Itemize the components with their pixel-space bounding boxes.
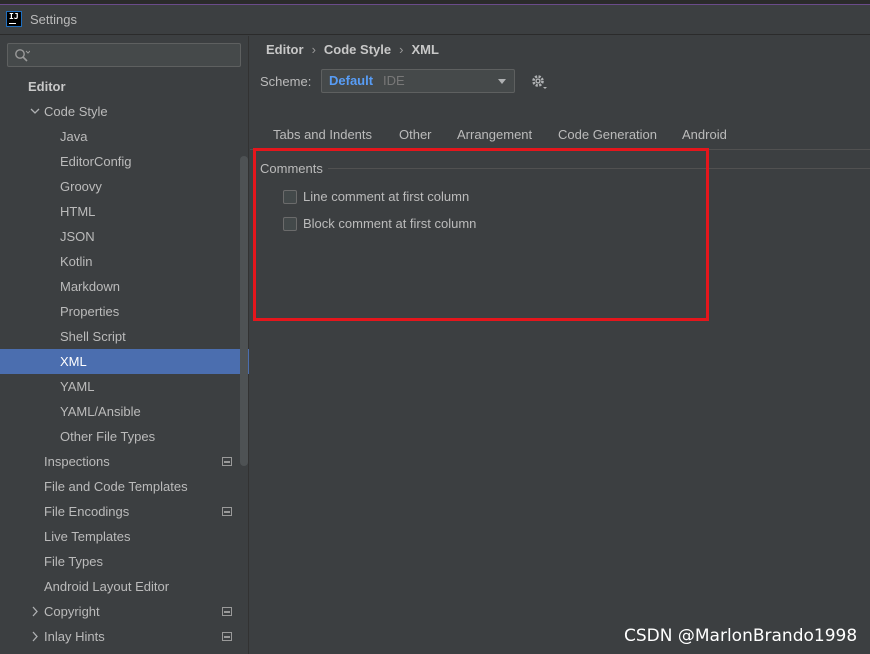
breadcrumb: Editor › Code Style › XML — [266, 42, 439, 57]
sidebar-item-groovy[interactable]: Groovy — [0, 174, 240, 199]
sidebar-item-label: Copyright — [44, 604, 100, 619]
breadcrumb-separator: › — [311, 42, 316, 57]
gear-icon[interactable] — [530, 73, 548, 91]
watermark-text: CSDN @MarlonBrando1998 — [624, 626, 858, 646]
sidebar-item-file-and-code-templates[interactable]: File and Code Templates — [0, 474, 240, 499]
sidebar-item-editorconfig[interactable]: EditorConfig — [0, 149, 240, 174]
sidebar-item-label: YAML — [60, 379, 95, 394]
code-style-tabs: Tabs and Indents Other Arrangement Code … — [250, 126, 870, 150]
sidebar-item-inlay-hints[interactable]: Inlay Hints — [0, 624, 240, 649]
sidebar-scrollbar[interactable] — [240, 156, 248, 466]
project-scope-icon — [222, 507, 232, 516]
sidebar-item-file-encodings[interactable]: File Encodings — [0, 499, 240, 524]
sidebar-item-other-file-types[interactable]: Other File Types — [0, 424, 240, 449]
scheme-scope: IDE — [383, 73, 405, 88]
tab-other[interactable]: Other — [399, 126, 432, 150]
project-scope-icon — [222, 607, 232, 616]
scheme-label: Scheme: — [260, 74, 312, 89]
sidebar-item-code-style[interactable]: Code Style — [0, 99, 240, 124]
breadcrumb-xml: XML — [411, 42, 439, 57]
sidebar-item-inspections[interactable]: Inspections — [0, 449, 240, 474]
sidebar-item-label: EditorConfig — [60, 154, 132, 169]
project-scope-icon — [222, 632, 232, 641]
scheme-value: Default — [329, 73, 374, 88]
breadcrumb-separator: › — [399, 42, 404, 57]
comments-group-title: Comments — [260, 161, 323, 176]
sidebar-item-label: HTML — [60, 204, 96, 219]
chevron-down-icon — [498, 79, 506, 84]
sidebar-item-label: Groovy — [60, 179, 102, 194]
block-comment-checkbox[interactable] — [283, 217, 297, 231]
sidebar-item-shell-script[interactable]: Shell Script — [0, 324, 240, 349]
sidebar-item-yaml-ansible[interactable]: YAML/Ansible — [0, 399, 240, 424]
tab-android[interactable]: Android — [682, 126, 727, 150]
sidebar-item-label: JSON — [60, 229, 95, 244]
sidebar-item-label: YAML/Ansible — [60, 404, 141, 419]
tab-tabs-and-indents[interactable]: Tabs and Indents — [273, 126, 372, 150]
sidebar-item-java[interactable]: Java — [0, 124, 240, 149]
chevron-right-icon[interactable] — [30, 599, 40, 624]
chevron-down-icon[interactable] — [30, 99, 40, 124]
sidebar-item-xml[interactable]: XML — [0, 349, 249, 374]
window-title: Settings — [30, 12, 77, 27]
sidebar-item-label: Inlay Hints — [44, 629, 105, 644]
project-scope-icon — [222, 457, 232, 466]
tab-arrangement[interactable]: Arrangement — [457, 126, 532, 150]
sidebar-item-html[interactable]: HTML — [0, 199, 240, 224]
breadcrumb-editor[interactable]: Editor — [266, 42, 304, 57]
title-bar: IJ Settings — [0, 5, 870, 35]
sidebar-item-label: Android Layout Editor — [44, 579, 170, 594]
search-icon — [15, 49, 30, 62]
sidebar-item-properties[interactable]: Properties — [0, 299, 240, 324]
sidebar-item-label: File Types — [44, 554, 104, 569]
sidebar-item-label: Live Templates — [44, 529, 131, 544]
chevron-right-icon[interactable] — [30, 624, 40, 649]
search-input[interactable] — [34, 46, 234, 64]
block-comment-label[interactable]: Block comment at first column — [303, 216, 476, 231]
settings-content: Editor › Code Style › XML Scheme: Default ID… — [250, 36, 870, 654]
line-comment-checkbox[interactable] — [283, 190, 297, 204]
sidebar-item-label: Editor — [28, 79, 66, 94]
sidebar-item-android-layout-editor[interactable]: Android Layout Editor — [0, 574, 240, 599]
breadcrumb-code-style[interactable]: Code Style — [324, 42, 391, 57]
sidebar-item-label: Markdown — [60, 279, 120, 294]
settings-tree: Editor Code Style Java EditorConfig Groovy HT… — [0, 74, 249, 649]
sidebar-item-kotlin[interactable]: Kotlin — [0, 249, 240, 274]
sidebar-item-label: Inspections — [44, 454, 110, 469]
sidebar-item-label: File and Code Templates — [44, 479, 188, 494]
intellij-app-icon: IJ — [6, 11, 22, 27]
sidebar-item-file-types[interactable]: File Types — [0, 549, 240, 574]
sidebar-item-label: Other File Types — [60, 429, 156, 444]
sidebar-item-label: File Encodings — [44, 504, 130, 519]
sidebar-item-label: Code Style — [44, 104, 108, 119]
scheme-dropdown[interactable]: Default IDE — [321, 69, 515, 93]
sidebar-item-label: Java — [60, 129, 88, 144]
sidebar-item-markdown[interactable]: Markdown — [0, 274, 240, 299]
line-comment-label[interactable]: Line comment at first column — [303, 189, 469, 204]
settings-search-box[interactable] — [7, 43, 241, 67]
group-divider — [328, 168, 870, 169]
sidebar-item-json[interactable]: JSON — [0, 224, 240, 249]
sidebar-item-label: XML — [60, 354, 87, 369]
sidebar-item-copyright[interactable]: Copyright — [0, 599, 240, 624]
tab-code-generation[interactable]: Code Generation — [558, 126, 657, 150]
settings-sidebar: Editor Code Style Java EditorConfig Groovy HT… — [0, 36, 249, 654]
sidebar-item-live-templates[interactable]: Live Templates — [0, 524, 240, 549]
sidebar-item-label: Properties — [60, 304, 120, 319]
sidebar-item-label: Kotlin — [60, 254, 93, 269]
sidebar-item-editor[interactable]: Editor — [0, 74, 240, 99]
sidebar-item-label: Shell Script — [60, 329, 126, 344]
sidebar-item-yaml[interactable]: YAML — [0, 374, 240, 399]
